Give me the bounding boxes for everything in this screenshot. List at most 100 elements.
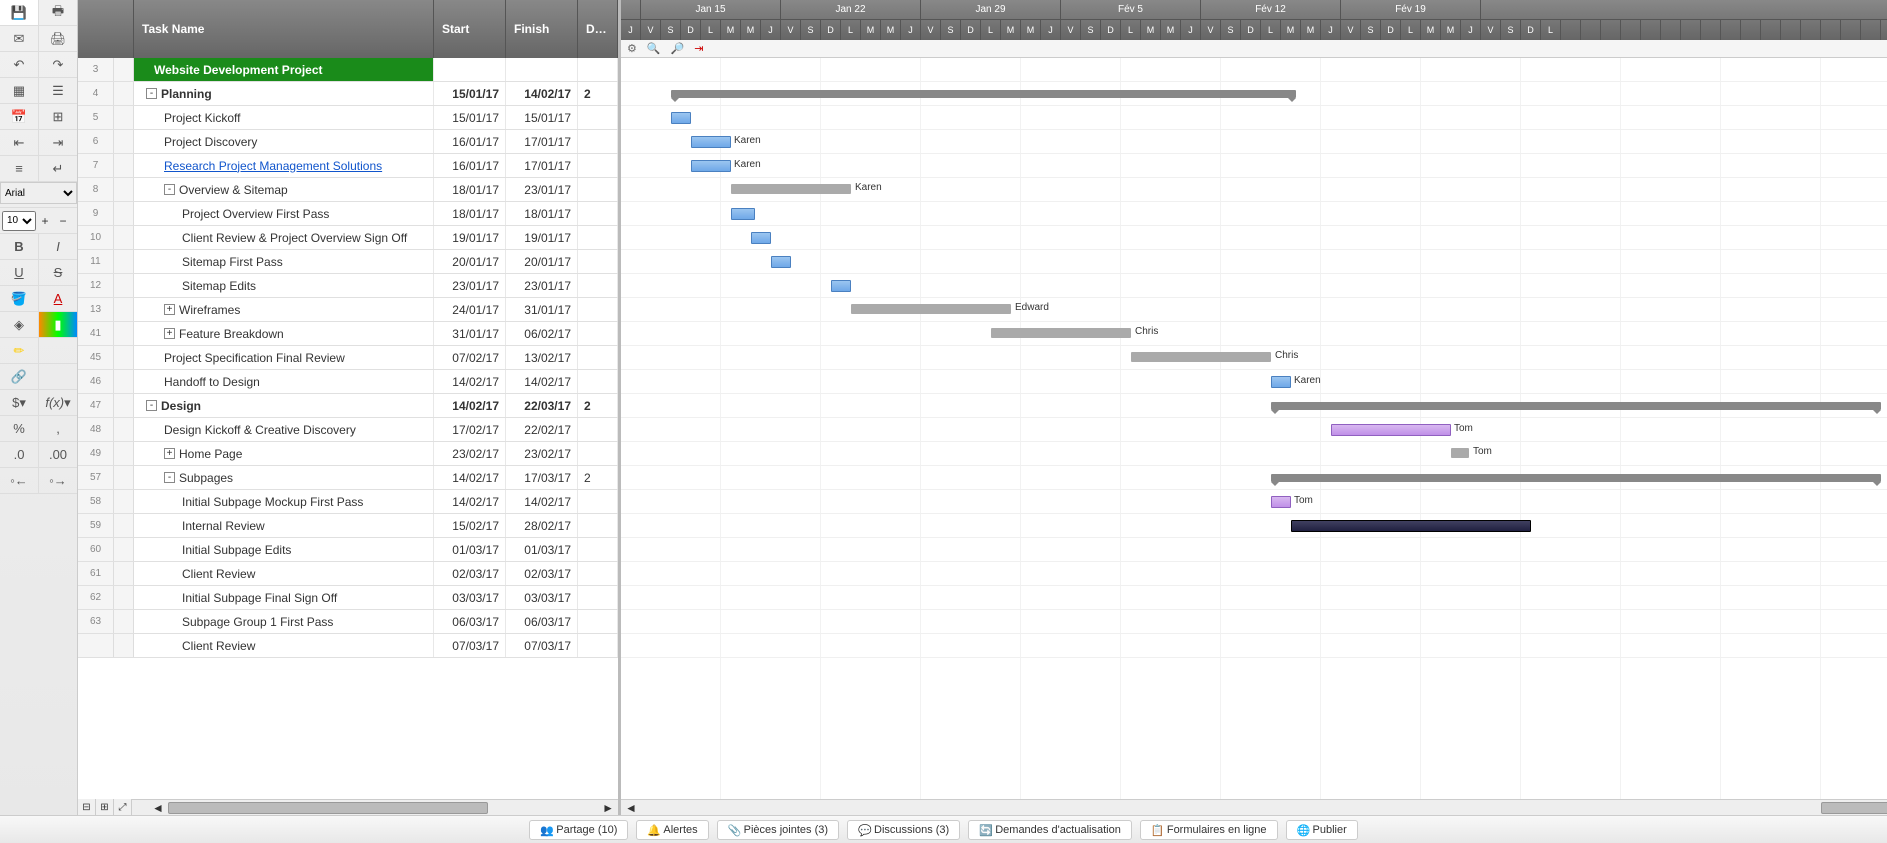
currency-button[interactable]: $▾ xyxy=(0,390,39,415)
size-plus-button[interactable]: + xyxy=(36,214,54,228)
dur-cell[interactable] xyxy=(578,370,618,393)
start-cell[interactable]: 07/03/17 xyxy=(434,634,506,657)
highlight2-icon[interactable]: ✏ xyxy=(0,338,39,363)
row-number[interactable]: 46 xyxy=(78,370,114,393)
start-cell[interactable]: 02/03/17 xyxy=(434,562,506,585)
start-cell[interactable]: 06/03/17 xyxy=(434,610,506,633)
dur-cell[interactable] xyxy=(578,634,618,657)
gantt-bar[interactable] xyxy=(671,90,1296,98)
table-row[interactable]: 49+Home Page23/02/1723/02/17 xyxy=(78,442,618,466)
hierarchy-icon[interactable]: ⊞ xyxy=(39,104,77,129)
task-cell[interactable]: Website Development Project xyxy=(134,58,434,81)
gantt-bar[interactable]: Karen xyxy=(691,136,731,148)
task-cell[interactable]: Internal Review xyxy=(134,514,434,537)
start-cell[interactable]: 16/01/17 xyxy=(434,130,506,153)
task-cell[interactable]: Sitemap First Pass xyxy=(134,250,434,273)
task-cell[interactable]: -Subpages xyxy=(134,466,434,489)
highlight-icon[interactable]: ▮ xyxy=(39,312,77,337)
dur-cell[interactable] xyxy=(578,298,618,321)
row-number[interactable]: 3 xyxy=(78,58,114,81)
row-number[interactable]: 49 xyxy=(78,442,114,465)
calendar-icon[interactable]: 📅 xyxy=(0,104,39,129)
text-color-button[interactable]: A xyxy=(39,286,77,311)
expand-icon[interactable]: + xyxy=(164,304,175,315)
row-number[interactable]: 57 xyxy=(78,466,114,489)
dur-cell[interactable] xyxy=(578,130,618,153)
dur-cell[interactable] xyxy=(578,514,618,537)
start-cell[interactable]: 23/01/17 xyxy=(434,274,506,297)
row-number[interactable]: 5 xyxy=(78,106,114,129)
row-number[interactable]: 9 xyxy=(78,202,114,225)
table-row[interactable]: 63Subpage Group 1 First Pass06/03/1706/0… xyxy=(78,610,618,634)
scroll-right-icon[interactable]: ► xyxy=(598,801,618,815)
comma-button[interactable]: , xyxy=(39,416,77,441)
finish-cell[interactable]: 13/02/17 xyxy=(506,346,578,369)
decimal-left-icon[interactable]: ◦← xyxy=(0,468,39,493)
gantt-bar[interactable] xyxy=(1291,520,1531,532)
start-cell[interactable]: 17/02/17 xyxy=(434,418,506,441)
gantt-bar[interactable]: Tom xyxy=(1451,448,1469,458)
row-number[interactable]: 58 xyxy=(78,490,114,513)
row-number[interactable]: 63 xyxy=(78,610,114,633)
dur-cell[interactable] xyxy=(578,250,618,273)
finish-cell[interactable]: 20/01/17 xyxy=(506,250,578,273)
update-requests-button[interactable]: 🔄Demandes d'actualisation xyxy=(968,820,1132,840)
collapse-icon[interactable]: - xyxy=(164,184,175,195)
finish-cell[interactable]: 31/01/17 xyxy=(506,298,578,321)
link-icon[interactable]: 🔗 xyxy=(0,364,39,389)
table-row[interactable]: 60Initial Subpage Edits01/03/1701/03/17 xyxy=(78,538,618,562)
start-cell[interactable]: 31/01/17 xyxy=(434,322,506,345)
start-cell[interactable]: 14/02/17 xyxy=(434,466,506,489)
print-icon[interactable]: 🖶 xyxy=(39,0,77,25)
col-task[interactable]: Task Name xyxy=(134,0,434,58)
start-cell[interactable]: 14/02/17 xyxy=(434,490,506,513)
expand-all-icon[interactable]: ⊞ xyxy=(96,799,114,815)
print2-icon[interactable]: 🖨 xyxy=(39,26,77,51)
task-cell[interactable]: Project Discovery xyxy=(134,130,434,153)
scroll-left-icon[interactable]: ◄ xyxy=(148,801,168,815)
finish-cell[interactable]: 17/01/17 xyxy=(506,154,578,177)
start-cell[interactable]: 23/02/17 xyxy=(434,442,506,465)
gantt-view-icon[interactable]: ☰ xyxy=(39,78,77,103)
finish-cell[interactable]: 23/02/17 xyxy=(506,442,578,465)
finish-cell[interactable]: 06/03/17 xyxy=(506,610,578,633)
save-icon[interactable]: 💾 xyxy=(0,0,39,25)
gantt-bar[interactable] xyxy=(771,256,791,268)
task-cell[interactable]: Project Specification Final Review xyxy=(134,346,434,369)
outdent-icon[interactable]: ⇤ xyxy=(0,130,39,155)
mail-icon[interactable]: ✉ xyxy=(0,26,39,51)
collapse-icon[interactable]: - xyxy=(164,472,175,483)
dur-cell[interactable] xyxy=(578,58,618,81)
finish-cell[interactable]: 18/01/17 xyxy=(506,202,578,225)
wrap-icon[interactable]: ↵ xyxy=(39,156,77,181)
publish-button[interactable]: 🌐Publier xyxy=(1286,820,1358,840)
dur-cell[interactable]: 2 xyxy=(578,82,618,105)
start-cell[interactable]: 15/02/17 xyxy=(434,514,506,537)
table-row[interactable]: 12Sitemap Edits23/01/1723/01/17 xyxy=(78,274,618,298)
gantt-bar[interactable] xyxy=(831,280,851,292)
table-row[interactable]: 7Research Project Management Solutions16… xyxy=(78,154,618,178)
table-row[interactable]: 45Project Specification Final Review07/0… xyxy=(78,346,618,370)
start-cell[interactable]: 14/02/17 xyxy=(434,394,506,417)
start-cell[interactable]: 15/01/17 xyxy=(434,82,506,105)
dur-cell[interactable] xyxy=(578,202,618,225)
italic-button[interactable]: I xyxy=(39,234,77,259)
collapse-all-icon[interactable]: ⊟ xyxy=(78,799,96,815)
finish-cell[interactable]: 23/01/17 xyxy=(506,178,578,201)
finish-cell[interactable]: 14/02/17 xyxy=(506,370,578,393)
table-row[interactable]: 46Handoff to Design14/02/1714/02/17 xyxy=(78,370,618,394)
start-cell[interactable]: 19/01/17 xyxy=(434,226,506,249)
fit-icon[interactable]: ⤢ xyxy=(114,799,132,815)
table-row[interactable]: 62Initial Subpage Final Sign Off03/03/17… xyxy=(78,586,618,610)
task-cell[interactable]: Client Review xyxy=(134,562,434,585)
gantt-scroll-left-icon[interactable]: ◄ xyxy=(621,801,641,815)
dur-cell[interactable] xyxy=(578,538,618,561)
table-row[interactable]: 5Project Kickoff15/01/1715/01/17 xyxy=(78,106,618,130)
grid-hscroll[interactable]: ⊟ ⊞ ⤢ ◄ ► xyxy=(78,799,618,815)
task-cell[interactable]: Initial Subpage Mockup First Pass xyxy=(134,490,434,513)
table-row[interactable]: 4-Planning15/01/1714/02/172 xyxy=(78,82,618,106)
grid-view-icon[interactable]: ▦ xyxy=(0,78,39,103)
gantt-bar[interactable] xyxy=(1271,402,1881,410)
decimal-right-icon[interactable]: ◦→ xyxy=(39,468,77,493)
finish-cell[interactable]: 01/03/17 xyxy=(506,538,578,561)
